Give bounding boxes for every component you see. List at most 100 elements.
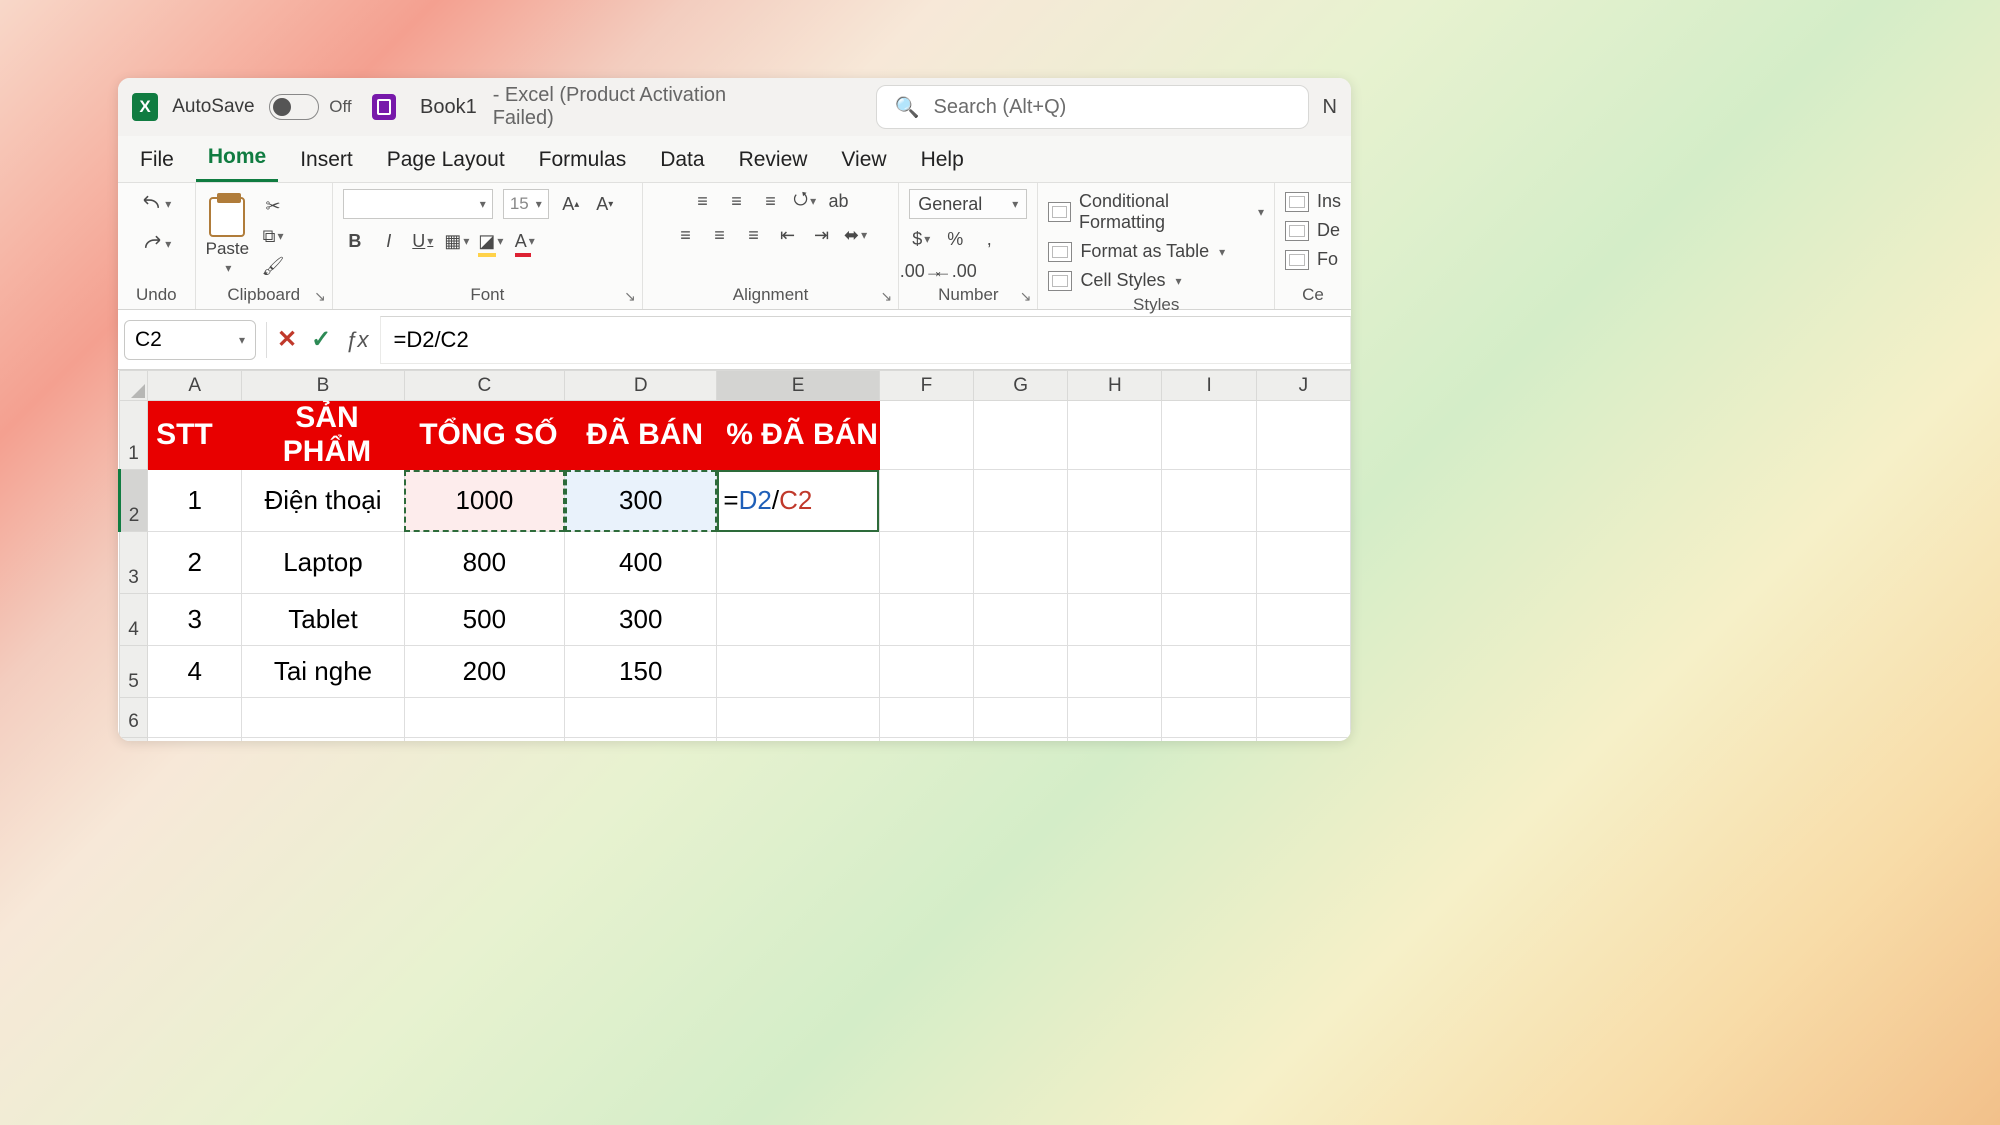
col-header-A[interactable]: A	[148, 371, 242, 401]
cell-J5[interactable]	[1256, 646, 1350, 698]
decrease-decimal-button[interactable]: ←.00	[943, 259, 967, 283]
cell-A6[interactable]	[148, 698, 242, 738]
cell-styles-button[interactable]: Cell Styles▾	[1048, 268, 1181, 293]
cell-D7[interactable]	[565, 738, 717, 742]
cell-G4[interactable]	[974, 594, 1068, 646]
cell-A1[interactable]: STT	[148, 401, 242, 470]
bold-button[interactable]: B	[343, 229, 367, 253]
cell-D1[interactable]: ĐÃ BÁN	[565, 401, 717, 470]
format-as-table-button[interactable]: Format as Table▾	[1048, 239, 1225, 264]
cell-G1[interactable]	[974, 401, 1068, 470]
cell-C1[interactable]: TỔNG SỐ	[404, 401, 564, 470]
cell-H6[interactable]	[1068, 698, 1162, 738]
col-header-J[interactable]: J	[1256, 371, 1350, 401]
cell-B7[interactable]	[242, 738, 404, 742]
cell-I4[interactable]	[1162, 594, 1256, 646]
cell-E4[interactable]	[717, 594, 879, 646]
row-header-3[interactable]: 3	[120, 532, 148, 594]
cell-I3[interactable]	[1162, 532, 1256, 594]
cell-J1[interactable]	[1256, 401, 1350, 470]
cell-A5[interactable]: 4	[148, 646, 242, 698]
font-launcher-icon[interactable]: ↘	[624, 288, 636, 305]
cell-E2-active[interactable]: =D2/C2	[717, 470, 879, 532]
align-top-button[interactable]: ≡	[691, 189, 715, 213]
align-middle-button[interactable]: ≡	[725, 189, 749, 213]
cell-D6[interactable]	[565, 698, 717, 738]
cell-H5[interactable]	[1068, 646, 1162, 698]
cell-E1[interactable]: % ĐÃ BÁN	[717, 401, 879, 470]
wrap-text-button[interactable]: ab	[827, 189, 851, 213]
cancel-entry-button[interactable]: ✕	[277, 325, 297, 354]
row-header-2[interactable]: 2	[120, 470, 148, 532]
col-header-G[interactable]: G	[974, 371, 1068, 401]
cell-D4[interactable]: 300	[565, 594, 717, 646]
decrease-font-button[interactable]: A▾	[593, 192, 617, 216]
tab-insert[interactable]: Insert	[288, 140, 365, 182]
cell-I7[interactable]	[1162, 738, 1256, 742]
font-name-selector[interactable]: ▾	[343, 189, 493, 219]
cell-F6[interactable]	[879, 698, 973, 738]
align-right-button[interactable]: ≡	[742, 223, 766, 247]
clipboard-launcher-icon[interactable]: ↘	[314, 288, 326, 305]
cell-H3[interactable]	[1068, 532, 1162, 594]
cell-G7[interactable]	[974, 738, 1068, 742]
cell-H4[interactable]	[1068, 594, 1162, 646]
decrease-indent-button[interactable]: ⇤	[776, 223, 800, 247]
paste-button[interactable]: Paste ▾	[206, 197, 249, 275]
undo-button[interactable]: ▾	[141, 189, 171, 219]
cell-I2[interactable]	[1162, 470, 1256, 532]
cell-I5[interactable]	[1162, 646, 1256, 698]
tab-data[interactable]: Data	[648, 140, 716, 182]
fill-color-button[interactable]: ◪▾	[479, 229, 503, 253]
cell-H1[interactable]	[1068, 401, 1162, 470]
borders-button[interactable]: ▦▾	[445, 229, 469, 253]
font-color-button[interactable]: A▾	[513, 229, 537, 253]
cell-J2[interactable]	[1256, 470, 1350, 532]
increase-font-button[interactable]: A▴	[559, 192, 583, 216]
row-header-6[interactable]: 6	[120, 698, 148, 738]
save-icon[interactable]	[372, 94, 396, 120]
cell-B1[interactable]: SẢN PHẨM	[242, 401, 404, 470]
formula-input[interactable]: =D2/C2	[380, 316, 1351, 364]
alignment-launcher-icon[interactable]: ↘	[881, 288, 893, 305]
number-launcher-icon[interactable]: ↘	[1020, 288, 1032, 305]
cell-B4[interactable]: Tablet	[242, 594, 404, 646]
row-header-7[interactable]: 7	[120, 738, 148, 742]
col-header-E[interactable]: E	[717, 371, 879, 401]
cell-A7[interactable]	[148, 738, 242, 742]
autosave-toggle[interactable]	[269, 94, 320, 120]
accounting-format-button[interactable]: $▾	[909, 227, 933, 251]
cell-C6[interactable]	[404, 698, 564, 738]
col-header-F[interactable]: F	[879, 371, 973, 401]
cell-J4[interactable]	[1256, 594, 1350, 646]
format-cells-button[interactable]: Fo	[1285, 247, 1338, 272]
cell-J3[interactable]	[1256, 532, 1350, 594]
orientation-button[interactable]: ⭯▾	[793, 189, 817, 213]
cell-D2[interactable]: 300	[565, 470, 717, 532]
align-bottom-button[interactable]: ≡	[759, 189, 783, 213]
cell-H2[interactable]	[1068, 470, 1162, 532]
name-box[interactable]: C2 ▾	[124, 320, 256, 360]
cell-A4[interactable]: 3	[148, 594, 242, 646]
cell-F5[interactable]	[879, 646, 973, 698]
cell-I1[interactable]	[1162, 401, 1256, 470]
tab-home[interactable]: Home	[196, 137, 278, 182]
tab-view[interactable]: View	[829, 140, 898, 182]
align-left-button[interactable]: ≡	[674, 223, 698, 247]
col-header-I[interactable]: I	[1162, 371, 1256, 401]
cell-C4[interactable]: 500	[404, 594, 564, 646]
cell-G6[interactable]	[974, 698, 1068, 738]
row-header-4[interactable]: 4	[120, 594, 148, 646]
percent-style-button[interactable]: %	[943, 227, 967, 251]
copy-button[interactable]: ⧉▾	[261, 224, 285, 248]
cell-F7[interactable]	[879, 738, 973, 742]
delete-cells-button[interactable]: De	[1285, 218, 1340, 243]
tab-review[interactable]: Review	[727, 140, 820, 182]
align-center-button[interactable]: ≡	[708, 223, 732, 247]
merge-center-button[interactable]: ⬌▾	[844, 223, 868, 247]
comma-style-button[interactable]: ,	[977, 227, 1001, 251]
cell-D3[interactable]: 400	[565, 532, 717, 594]
col-header-B[interactable]: B	[242, 371, 404, 401]
cell-E6[interactable]	[717, 698, 879, 738]
font-size-selector[interactable]: 15▾	[503, 189, 549, 219]
